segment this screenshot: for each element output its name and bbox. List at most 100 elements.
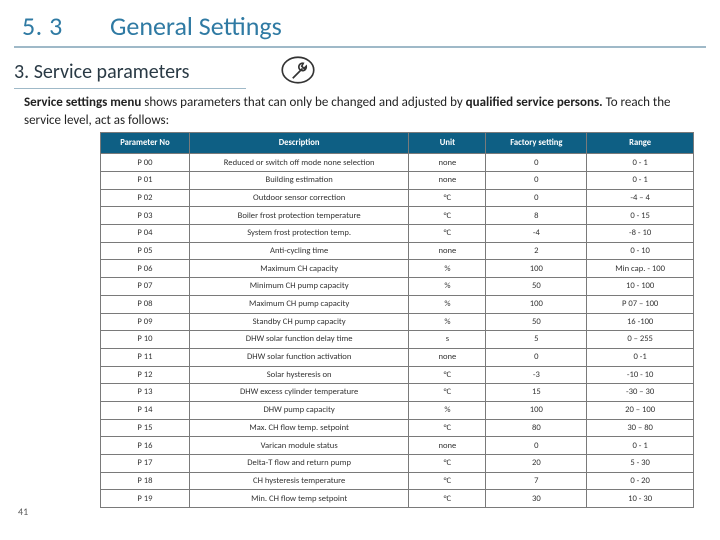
- cell-no: P 17: [101, 455, 190, 473]
- cell-no: P 07: [101, 278, 190, 296]
- cell-no: P 16: [101, 437, 190, 455]
- table-row: P 01Building estimationnone00 - 1: [101, 172, 694, 190]
- table-row: P 06Maximum CH capacity%100Min cap. - 10…: [101, 260, 694, 278]
- cell-no: P 15: [101, 419, 190, 437]
- cell-unit: none: [409, 172, 486, 190]
- cell-no: P 13: [101, 384, 190, 402]
- cell-no: P 19: [101, 490, 190, 508]
- cell-unit: °C: [409, 384, 486, 402]
- cell-no: P 18: [101, 472, 190, 490]
- cell-range: Min cap. - 100: [587, 260, 694, 278]
- table-row: P 05Anti-cycling timenone20 - 10: [101, 242, 694, 260]
- cell-range: 16 -100: [587, 313, 694, 331]
- cell-unit: none: [409, 242, 486, 260]
- cell-factory: 0: [486, 348, 587, 366]
- cell-range: 10 - 30: [587, 490, 694, 508]
- cell-range: 0 – 255: [587, 331, 694, 349]
- cell-unit: °C: [409, 455, 486, 473]
- cell-desc: Solar hysteresis on: [189, 366, 408, 384]
- page-number: 41: [18, 505, 28, 518]
- cell-desc: Outdoor sensor correction: [189, 189, 408, 207]
- cell-range: 0 - 1: [587, 172, 694, 190]
- cell-desc: Reduced or switch off mode none selectio…: [189, 154, 408, 172]
- parameter-table-wrapper: Parameter No Description Unit Factory se…: [100, 132, 694, 508]
- cell-range: 10 - 100: [587, 278, 694, 296]
- cell-desc: Delta-T flow and return pump: [189, 455, 408, 473]
- cell-desc: System frost protection temp.: [189, 225, 408, 243]
- cell-no: P 04: [101, 225, 190, 243]
- cell-factory: 0: [486, 172, 587, 190]
- cell-no: P 00: [101, 154, 190, 172]
- table-row: P 11DHW solar function activationnone00 …: [101, 348, 694, 366]
- cell-range: -30 – 30: [587, 384, 694, 402]
- cell-unit: %: [409, 401, 486, 419]
- cell-desc: DHW excess cylinder temperature: [189, 384, 408, 402]
- col-description: Description: [189, 133, 408, 154]
- table-row: P 18CH hysteresis temperature°C70 - 20: [101, 472, 694, 490]
- cell-factory: 50: [486, 313, 587, 331]
- cell-factory: 20: [486, 455, 587, 473]
- cell-factory: 100: [486, 295, 587, 313]
- cell-desc: DHW solar function delay time: [189, 331, 408, 349]
- cell-unit: °C: [409, 419, 486, 437]
- cell-desc: Max. CH flow temp. setpoint: [189, 419, 408, 437]
- cell-factory: 50: [486, 278, 587, 296]
- cell-range: 0 - 1: [587, 437, 694, 455]
- cell-unit: %: [409, 260, 486, 278]
- cell-no: P 10: [101, 331, 190, 349]
- cell-factory: 8: [486, 207, 587, 225]
- subtitle-rule: [14, 88, 246, 89]
- section-number: 5. 3: [22, 10, 63, 42]
- col-range: Range: [587, 133, 694, 154]
- table-row: P 03Boiler frost protection temperature°…: [101, 207, 694, 225]
- cell-desc: DHW solar function activation: [189, 348, 408, 366]
- cell-unit: none: [409, 437, 486, 455]
- cell-factory: 5: [486, 331, 587, 349]
- table-row: P 08Maximum CH pump capacity%100P 07 – 1…: [101, 295, 694, 313]
- cell-factory: 0: [486, 154, 587, 172]
- cell-factory: 2: [486, 242, 587, 260]
- cell-unit: °C: [409, 225, 486, 243]
- table-row: P 16Varican module statusnone00 - 1: [101, 437, 694, 455]
- cell-range: 5 - 30: [587, 455, 694, 473]
- cell-factory: 80: [486, 419, 587, 437]
- cell-no: P 03: [101, 207, 190, 225]
- table-header-row: Parameter No Description Unit Factory se…: [101, 133, 694, 154]
- cell-range: P 07 – 100: [587, 295, 694, 313]
- table-row: P 09Standby CH pump capacity%5016 -100: [101, 313, 694, 331]
- cell-no: P 11: [101, 348, 190, 366]
- table-row: P 00Reduced or switch off mode none sele…: [101, 154, 694, 172]
- cell-unit: °C: [409, 472, 486, 490]
- cell-desc: Building estimation: [189, 172, 408, 190]
- cell-factory: 0: [486, 437, 587, 455]
- cell-range: 0 -1: [587, 348, 694, 366]
- cell-no: P 01: [101, 172, 190, 190]
- cell-desc: Standby CH pump capacity: [189, 313, 408, 331]
- cell-unit: °C: [409, 189, 486, 207]
- cell-factory: 100: [486, 260, 587, 278]
- cell-no: P 12: [101, 366, 190, 384]
- cell-range: -8 - 10: [587, 225, 694, 243]
- cell-factory: 0: [486, 189, 587, 207]
- cell-unit: °C: [409, 207, 486, 225]
- cell-factory: -3: [486, 366, 587, 384]
- cell-range: 0 - 20: [587, 472, 694, 490]
- table-row: P 15Max. CH flow temp. setpoint°C8030 – …: [101, 419, 694, 437]
- cell-factory: 7: [486, 472, 587, 490]
- cell-no: P 14: [101, 401, 190, 419]
- cell-desc: Boiler frost protection temperature: [189, 207, 408, 225]
- cell-range: 30 – 80: [587, 419, 694, 437]
- cell-no: P 08: [101, 295, 190, 313]
- wrench-icon: [280, 52, 316, 93]
- cell-desc: Varican module status: [189, 437, 408, 455]
- table-row: P 07Minimum CH pump capacity%5010 - 100: [101, 278, 694, 296]
- cell-desc: DHW pump capacity: [189, 401, 408, 419]
- page-title: General Settings: [110, 10, 282, 42]
- cell-unit: °C: [409, 366, 486, 384]
- table-row: P 02Outdoor sensor correction°C0-4 – 4: [101, 189, 694, 207]
- table-row: P 04System frost protection temp.°C-4-8 …: [101, 225, 694, 243]
- parameter-table: Parameter No Description Unit Factory se…: [100, 132, 694, 508]
- cell-range: 20 – 100: [587, 401, 694, 419]
- cell-range: 0 - 10: [587, 242, 694, 260]
- cell-no: P 09: [101, 313, 190, 331]
